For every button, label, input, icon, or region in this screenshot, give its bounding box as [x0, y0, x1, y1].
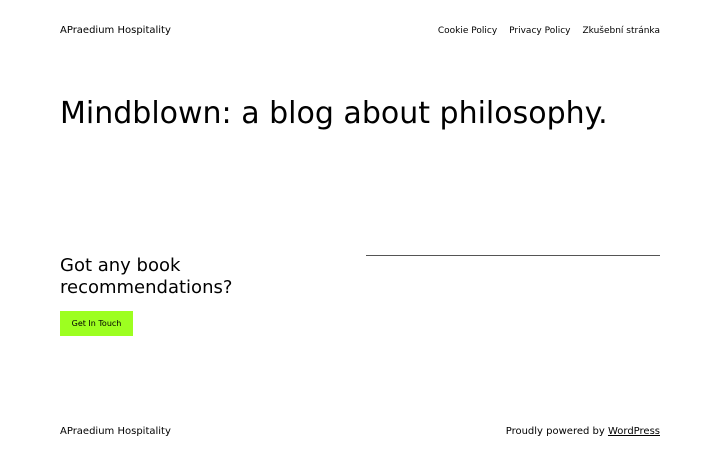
- footer-credit: Proudly powered by WordPress: [506, 425, 660, 439]
- get-in-touch-button[interactable]: Get In Touch: [60, 311, 133, 336]
- nav-item-privacy-policy[interactable]: Privacy Policy: [509, 24, 570, 38]
- credit-prefix: Proudly powered by: [505, 426, 608, 437]
- site-title[interactable]: APraedium Hospitality: [60, 24, 171, 38]
- cta-heading: Got any book recommendations?: [60, 255, 233, 298]
- nav-item-cookie-policy[interactable]: Cookie Policy: [438, 24, 497, 38]
- wordpress-link[interactable]: WordPress: [608, 426, 660, 437]
- separator: [366, 255, 660, 256]
- page-title: Mindblown: a blog about philosophy.: [60, 96, 608, 131]
- primary-navigation: Cookie Policy Privacy Policy Zkušební st…: [438, 24, 660, 38]
- footer-site-title[interactable]: APraedium Hospitality: [60, 425, 171, 439]
- nav-item-sample-page[interactable]: Zkušební stránka: [582, 24, 660, 38]
